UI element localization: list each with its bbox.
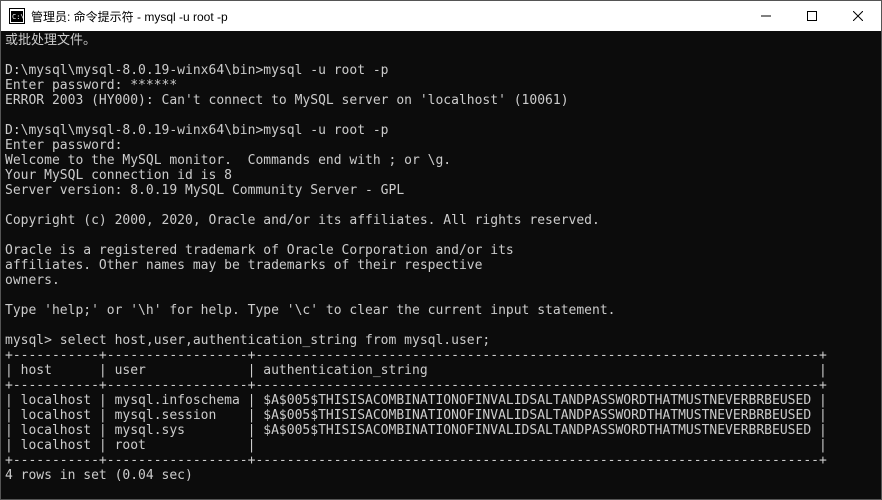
table-row: | localhost | mysql.session | $A$005$THI… [5, 408, 827, 423]
output-line: Oracle is a registered trademark of Orac… [5, 243, 514, 258]
svg-text:C:\: C:\ [12, 13, 25, 21]
cmd-prompt-line: D:\mysql\mysql-8.0.19-winx64\bin>mysql -… [5, 63, 389, 78]
minimize-button[interactable] [743, 1, 789, 31]
terminal-output[interactable]: 或批处理文件。 D:\mysql\mysql-8.0.19-winx64\bin… [1, 31, 881, 499]
output-line: Copyright (c) 2000, 2020, Oracle and/or … [5, 213, 600, 228]
table-border: +-----------+------------------+--------… [5, 453, 827, 468]
output-line: affiliates. Other names may be trademark… [5, 258, 482, 273]
output-line: 或批处理文件。 [5, 33, 96, 48]
output-line: Type 'help;' or '\h' for help. Type '\c'… [5, 303, 615, 318]
maximize-button[interactable] [789, 1, 835, 31]
cmd-prompt-line: D:\mysql\mysql-8.0.19-winx64\bin>mysql -… [5, 123, 389, 138]
password-prompt: Enter password: ****** [5, 78, 177, 93]
cmd-icon: C:\ [9, 8, 25, 24]
output-line: Server version: 8.0.19 MySQL Community S… [5, 183, 404, 198]
output-line: Welcome to the MySQL monitor. Commands e… [5, 153, 451, 168]
command-prompt-window: C:\ 管理员: 命令提示符 - mysql -u root -p 或批处理文件… [0, 0, 882, 500]
titlebar[interactable]: C:\ 管理员: 命令提示符 - mysql -u root -p [1, 1, 881, 31]
table-row: | localhost | root | | [5, 438, 827, 453]
mysql-query-line: mysql> select host,user,authentication_s… [5, 333, 490, 348]
password-prompt: Enter password: [5, 138, 122, 153]
table-header: | host | user | authentication_string | [5, 363, 827, 378]
window-controls [743, 1, 881, 31]
output-line: Your MySQL connection id is 8 [5, 168, 232, 183]
table-row: | localhost | mysql.sys | $A$005$THISISA… [5, 423, 827, 438]
table-border: +-----------+------------------+--------… [5, 378, 827, 393]
error-line: ERROR 2003 (HY000): Can't connect to MyS… [5, 93, 569, 108]
output-line: owners. [5, 273, 60, 288]
table-row: | localhost | mysql.infoschema | $A$005$… [5, 393, 827, 408]
window-title: 管理员: 命令提示符 - mysql -u root -p [31, 8, 743, 25]
mysql-prompt: mysql> [5, 498, 60, 499]
row-count-line: 4 rows in set (0.04 sec) [5, 468, 193, 483]
table-border: +-----------+------------------+--------… [5, 348, 827, 363]
close-button[interactable] [835, 1, 881, 31]
